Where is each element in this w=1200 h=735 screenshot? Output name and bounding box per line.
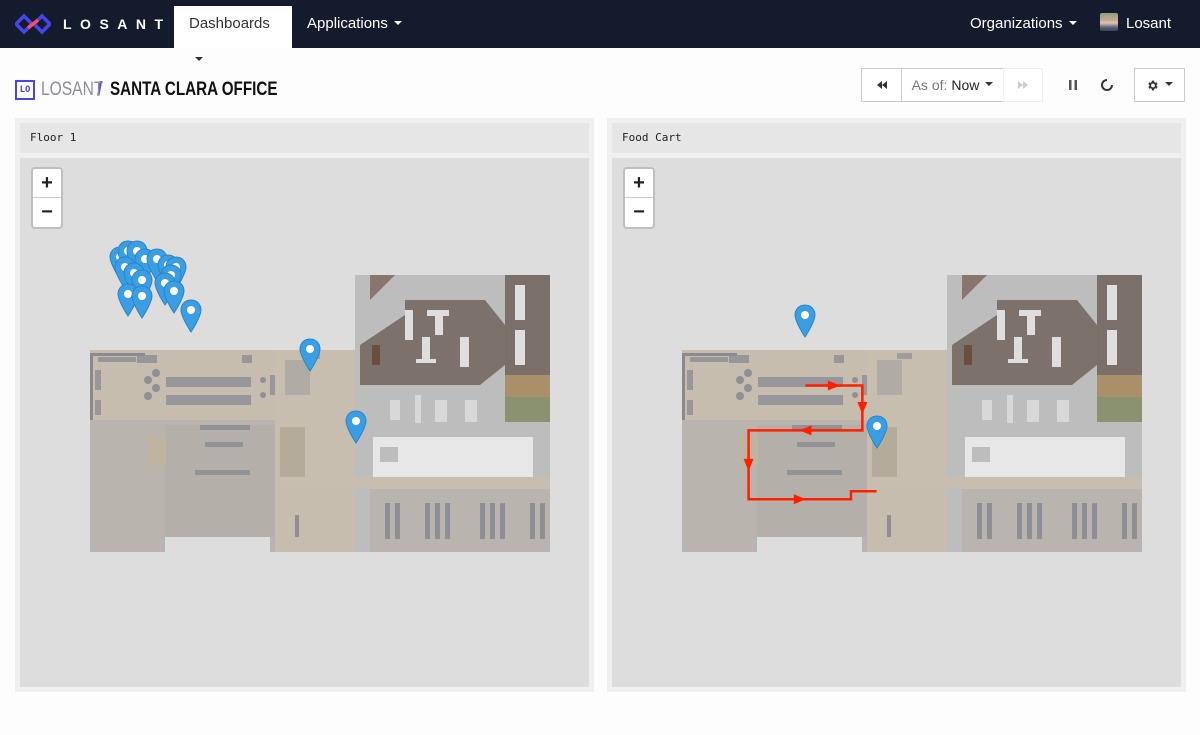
- indoor-map[interactable]: + −: [612, 158, 1181, 687]
- zoom-control: + −: [623, 167, 655, 229]
- block-title: Floor 1: [20, 123, 589, 153]
- block-title: Food Cart: [612, 123, 1181, 153]
- map-marker[interactable]: [299, 338, 321, 373]
- loading-circle-icon: [1101, 78, 1114, 91]
- gear-icon: [1148, 80, 1158, 90]
- zoom-control: + −: [31, 167, 63, 229]
- fast-forward-icon: [1018, 81, 1028, 89]
- chevron-down-icon: [195, 57, 203, 62]
- refresh-status-button[interactable]: [1091, 68, 1123, 102]
- losant-logo-icon: [15, 13, 51, 35]
- breadcrumb-org-link[interactable]: LOSANT: [41, 79, 103, 101]
- fast-forward-button[interactable]: [1003, 68, 1043, 102]
- pause-button[interactable]: [1057, 68, 1089, 102]
- time-controls: As of: Now: [861, 68, 1043, 102]
- pause-icon: [1069, 80, 1077, 90]
- nav-dashboards-label: Dashboards: [189, 15, 270, 32]
- zoom-out-button[interactable]: −: [625, 198, 653, 227]
- map-marker[interactable]: [866, 415, 888, 449]
- nav-organizations-label: Organizations: [970, 15, 1063, 32]
- map-pin-icon: [299, 338, 321, 373]
- chevron-down-icon: [393, 21, 402, 26]
- user-menu[interactable]: Losant: [1085, 6, 1200, 62]
- floorplan-image: [682, 275, 1142, 552]
- settings-dropdown[interactable]: [1134, 68, 1185, 102]
- as-of-dropdown[interactable]: As of: Now: [901, 68, 1004, 102]
- map-pin-icon: [794, 304, 816, 338]
- page-title: SANTA CLARA OFFICE: [110, 79, 278, 100]
- map-marker[interactable]: [180, 299, 202, 333]
- nav-organizations[interactable]: Organizations: [955, 6, 1092, 48]
- floorplan-image: [90, 275, 550, 552]
- map-marker[interactable]: [345, 410, 367, 444]
- breadcrumb: LO LOSANT / SANTA CLARA OFFICE: [15, 78, 320, 102]
- brand-name: LOSANT: [63, 16, 172, 32]
- indoor-map[interactable]: + −: [20, 158, 589, 687]
- nav-applications[interactable]: Applications: [292, 6, 417, 48]
- map-marker[interactable]: [794, 304, 816, 338]
- chevron-down-icon: [1165, 82, 1173, 86]
- map-pin-icon: [180, 299, 202, 333]
- as-of-label: As of:: [911, 77, 948, 93]
- nav-applications-label: Applications: [307, 15, 388, 32]
- top-navbar: LOSANT Dashboards Applications Organizat…: [0, 0, 1200, 62]
- rewind-icon: [876, 81, 887, 89]
- map-pin-icon: [131, 285, 153, 320]
- nav-dashboards[interactable]: Dashboards: [174, 6, 292, 62]
- map-marker[interactable]: [131, 285, 153, 320]
- chevron-down-icon: [985, 82, 994, 86]
- user-menu-label: Losant: [1126, 15, 1172, 32]
- chevron-down-icon: [1068, 21, 1077, 26]
- zoom-in-button[interactable]: +: [33, 169, 61, 198]
- map-pin-icon: [866, 415, 888, 449]
- rewind-button[interactable]: [861, 68, 902, 102]
- losant-logo[interactable]: LOSANT: [15, 12, 172, 36]
- zoom-out-button[interactable]: −: [33, 198, 61, 227]
- as-of-value: Now: [951, 77, 980, 93]
- zoom-in-button[interactable]: +: [625, 169, 653, 198]
- org-badge[interactable]: LO: [15, 80, 35, 100]
- map-pin-icon: [345, 410, 367, 444]
- dashboard-block-food-cart: Food Cart + −: [607, 118, 1186, 692]
- avatar: [1100, 13, 1118, 32]
- chevron-down-icon: [1106, 57, 1114, 62]
- dashboard-block-floor-1: Floor 1 + −: [15, 118, 594, 692]
